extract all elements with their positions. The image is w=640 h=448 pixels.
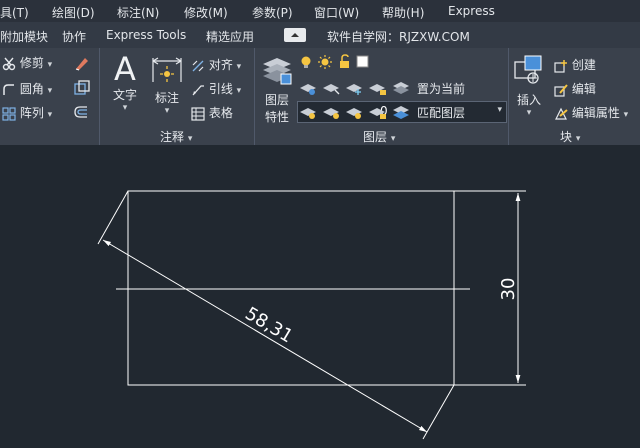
insert-block-icon <box>514 55 542 84</box>
caret-up-icon <box>291 33 299 37</box>
ribbon-tab-bar: 附加模块 协作 Express Tools 精选应用 软件自学网：RJZXW.C… <box>0 22 640 48</box>
block-panel-title-text: 块 <box>560 130 573 144</box>
layer-freeze-icon[interactable] <box>346 84 362 95</box>
edit-attributes-label: 编辑属性 <box>571 106 620 120</box>
layer-state-icons <box>299 54 369 73</box>
dimension-label: 标注 <box>154 91 179 105</box>
layers-panel-title[interactable]: 图层 ▾ <box>363 128 395 145</box>
text-label: 文字 <box>112 88 137 102</box>
layer-tools-row-1 <box>299 80 409 99</box>
menu-tools[interactable]: 具(T) <box>0 4 29 21</box>
edit-block-button[interactable]: 编辑 <box>554 80 596 97</box>
chevron-down-icon: ▾ <box>497 105 502 115</box>
create-label: 创建 <box>571 58 596 72</box>
layer-off-icon[interactable] <box>323 84 340 95</box>
copy-3d-icon[interactable] <box>73 80 91 96</box>
site-watermark-text: 软件自学网：RJZXW.COM <box>327 30 470 44</box>
menu-bar: 具(T) 绘图(D) 标注(N) 修改(M) 参数(P) 窗口(W) 帮助(H)… <box>0 0 640 22</box>
color-swatch-icon[interactable] <box>356 55 369 68</box>
panel-separator <box>254 48 255 145</box>
menu-express[interactable]: Express <box>448 4 495 18</box>
tab-express-tools[interactable]: Express Tools <box>106 28 186 42</box>
rectangle-shape[interactable] <box>127 190 455 386</box>
set-current-button[interactable]: 置为当前 <box>417 80 465 97</box>
align-label: 对齐 <box>208 58 233 72</box>
menu-dimension[interactable]: 标注(N) <box>117 4 159 21</box>
menu-help[interactable]: 帮助(H) <box>382 4 424 21</box>
layer-properties-label-1: 图层 <box>264 93 289 107</box>
fillet-icon <box>3 83 14 95</box>
ribbon-panel: 修剪 ▾ 圆角 ▾ 阵列 ▾ A 文字 ▾ 标注 ▾ 对齐 ▾ 引线 ▾ 表格 … <box>0 48 640 145</box>
lightbulb-icon[interactable] <box>301 56 311 69</box>
leader-label: 引线 <box>208 82 233 96</box>
panel-separator <box>508 48 509 145</box>
annotation-panel-title-text: 注释 <box>160 130 185 144</box>
table-label: 表格 <box>208 106 233 120</box>
dimension-tool-icon <box>152 57 182 82</box>
layer-properties-icon <box>263 58 292 85</box>
edit-attributes-icon <box>555 107 568 120</box>
layer-lock-icon[interactable] <box>369 84 386 95</box>
fillet-button[interactable]: 圆角 ▾ <box>2 80 52 97</box>
layers-panel-title-text: 图层 <box>363 130 388 144</box>
erase-icon[interactable] <box>73 54 91 72</box>
create-block-button[interactable]: 创建 <box>554 56 596 73</box>
tab-overflow-button[interactable] <box>284 28 306 42</box>
edit-attributes-button[interactable]: 编辑属性 ▾ <box>554 104 628 121</box>
panel-separator <box>99 48 100 145</box>
aligned-dimension-text[interactable]: 58,31 <box>241 303 296 347</box>
layer-unlock-icon[interactable] <box>369 108 386 119</box>
text-tool-icon: A <box>114 50 136 88</box>
edit-block-icon <box>554 83 568 97</box>
insert-label: 插入 <box>516 93 541 107</box>
drawing-canvas[interactable]: 30 58,31 <box>0 145 640 448</box>
unlock-icon[interactable] <box>340 54 349 68</box>
fillet-label: 圆角 <box>19 82 44 96</box>
sun-icon[interactable] <box>318 55 332 69</box>
menu-parameters[interactable]: 参数(P) <box>252 4 293 21</box>
array-button[interactable]: 阵列 ▾ <box>2 104 52 121</box>
trim-label: 修剪 <box>19 56 44 70</box>
tab-addons[interactable]: 附加模块 <box>0 28 48 45</box>
table-icon <box>191 106 205 121</box>
aligned-dimension-icon <box>192 60 204 71</box>
menu-draw[interactable]: 绘图(D) <box>52 4 95 21</box>
trim-button[interactable]: 修剪 ▾ <box>2 54 52 71</box>
edit-label: 编辑 <box>571 82 596 96</box>
menu-modify[interactable]: 修改(M) <box>184 4 228 21</box>
layer-properties-button[interactable]: 图层 特性 <box>260 54 294 125</box>
scissors-icon <box>2 57 16 70</box>
block-panel-title[interactable]: 块 ▾ <box>560 128 580 145</box>
array-icon <box>2 106 16 121</box>
array-label: 阵列 <box>19 106 44 120</box>
set-current-icon[interactable] <box>393 82 409 94</box>
dimension-button[interactable]: 标注 ▾ <box>148 52 186 116</box>
text-button[interactable]: A 文字 ▾ <box>108 52 142 113</box>
layer-thaw-icon[interactable] <box>346 108 362 119</box>
annotation-panel-title[interactable]: 注释 ▾ <box>160 128 192 145</box>
extension-line-left <box>97 190 129 245</box>
table-button[interactable]: 表格 <box>191 104 233 121</box>
match-layer-button[interactable]: 匹配图层 <box>417 104 465 121</box>
aligned-dimension-line[interactable] <box>102 239 428 433</box>
insert-block-button[interactable]: 插入 ▾ <box>512 54 546 118</box>
layer-tools-row-2 <box>299 104 409 123</box>
vertical-dimension-text[interactable]: 30 <box>498 278 519 301</box>
leader-button[interactable]: 引线 ▾ <box>191 80 241 97</box>
offset-icon[interactable] <box>73 104 91 120</box>
layer-on-icon[interactable] <box>323 108 339 119</box>
layer-isolate-icon[interactable] <box>300 84 316 95</box>
layer-properties-label-2: 特性 <box>264 110 289 124</box>
match-layer-icon[interactable] <box>393 106 409 119</box>
create-block-icon <box>554 59 567 73</box>
tab-collaborate[interactable]: 协作 <box>62 28 86 45</box>
leader-icon <box>192 84 204 95</box>
menu-window[interactable]: 窗口(W) <box>314 4 359 21</box>
extension-line-right <box>422 384 455 440</box>
tab-featured-apps[interactable]: 精选应用 <box>206 28 254 45</box>
layer-unisolate-icon[interactable] <box>300 108 316 119</box>
align-button[interactable]: 对齐 ▾ <box>191 56 241 73</box>
